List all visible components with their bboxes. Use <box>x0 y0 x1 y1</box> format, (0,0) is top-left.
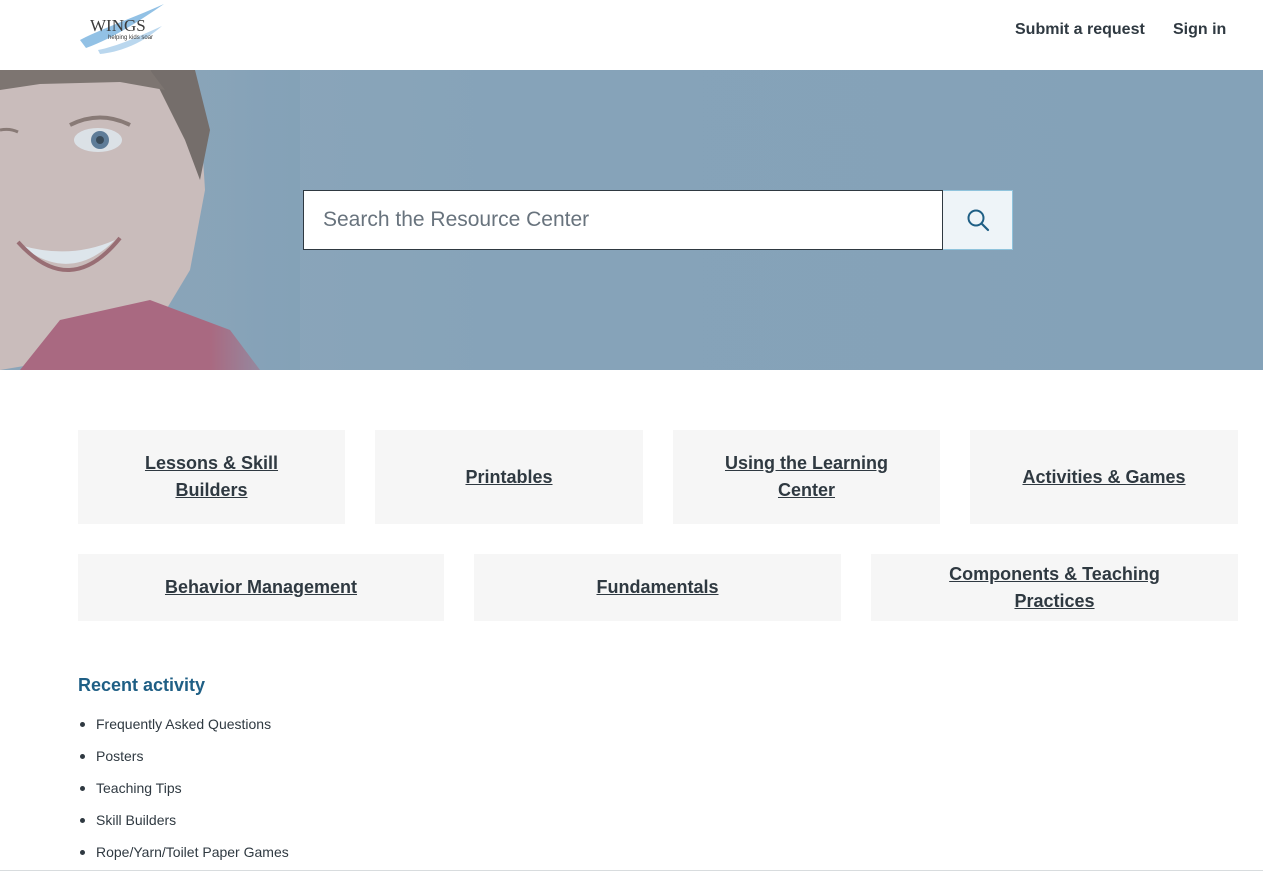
recent-activity-list: Frequently Asked Questions Posters Teach… <box>78 712 289 872</box>
hero-child-photo <box>0 70 300 370</box>
svg-text:WINGS: WINGS <box>90 16 146 35</box>
category-activities-games[interactable]: Activities & Games <box>970 430 1238 524</box>
recent-activity-heading: Recent activity <box>78 675 206 695</box>
list-item[interactable]: Posters <box>78 744 289 776</box>
category-printables[interactable]: Printables <box>375 430 643 524</box>
submit-request-link[interactable]: Submit a request <box>1015 20 1145 40</box>
svg-text:helping kids soar: helping kids soar <box>108 35 153 41</box>
search-input[interactable] <box>303 190 943 250</box>
wings-logo[interactable]: WINGS helping kids soar <box>78 0 168 56</box>
list-item[interactable]: Rope/Yarn/Toilet Paper Games <box>78 840 289 872</box>
category-behavior-management[interactable]: Behavior Management <box>78 554 444 621</box>
category-using-the-learning-center[interactable]: Using the Learning Center <box>673 430 940 524</box>
search-button[interactable] <box>943 190 1013 250</box>
hero-banner <box>0 70 1263 370</box>
category-label: Activities & Games <box>1022 466 1186 487</box>
section-divider <box>0 870 1263 871</box>
list-item[interactable]: Teaching Tips <box>78 776 289 808</box>
category-label: Using the Learning Center <box>724 453 888 500</box>
category-label: Lessons & Skill Builders <box>144 453 279 500</box>
category-components-teaching-practices[interactable]: Components & Teaching Practices <box>871 554 1238 621</box>
sign-in-link[interactable]: Sign in <box>1173 20 1226 40</box>
category-label: Behavior Management <box>164 577 358 597</box>
category-lessons-skill-builders[interactable]: Lessons & Skill Builders <box>78 430 345 524</box>
search-bar <box>303 190 1013 250</box>
wings-logo-graphic: WINGS helping kids soar <box>80 4 164 54</box>
category-label: Components & Teaching Practices <box>949 563 1160 611</box>
category-label: Printables <box>465 466 553 487</box>
search-icon <box>967 209 989 232</box>
list-item[interactable]: Skill Builders <box>78 808 289 840</box>
category-label: Fundamentals <box>596 577 719 597</box>
site-header: WINGS helping kids soar Submit a request… <box>0 0 1263 70</box>
category-fundamentals[interactable]: Fundamentals <box>474 554 841 621</box>
list-item[interactable]: Frequently Asked Questions <box>78 712 289 744</box>
